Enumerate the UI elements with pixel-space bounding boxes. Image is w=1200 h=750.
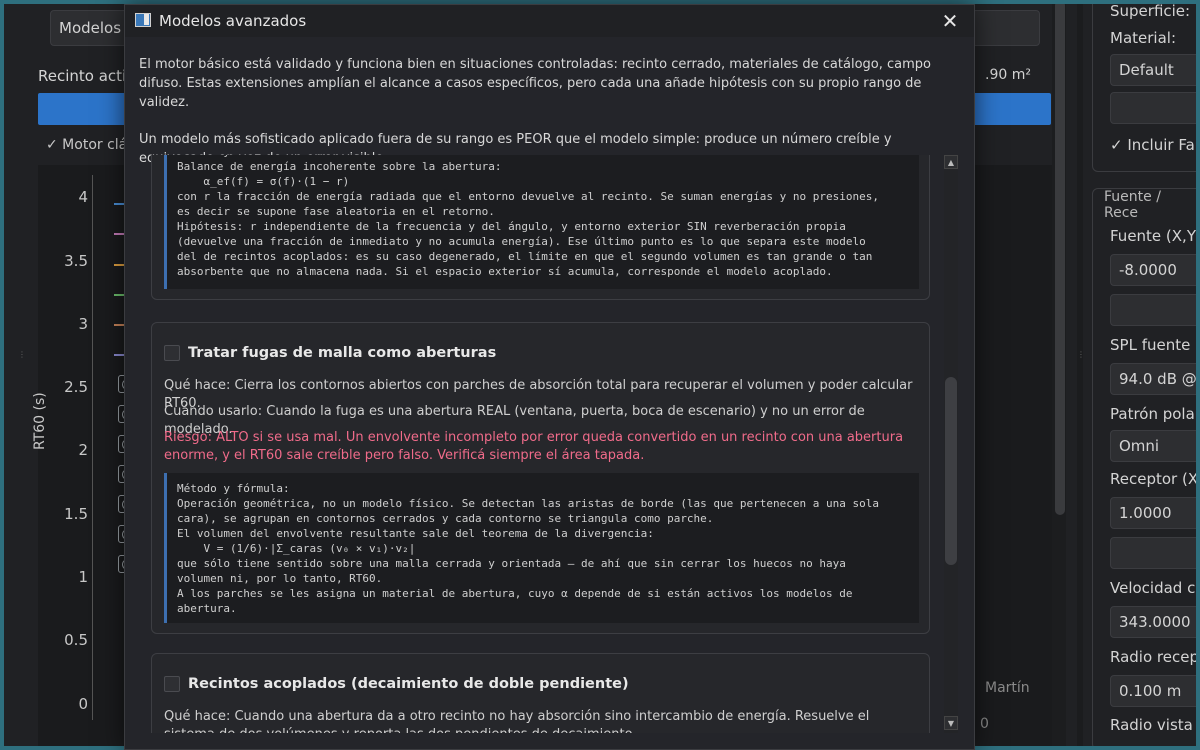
y-tick: 1 [78, 568, 88, 586]
polar-pattern-select[interactable]: Omni [1110, 430, 1200, 462]
splitter-handle[interactable]: ⋮ [1077, 350, 1085, 359]
material-label: Material: [1110, 29, 1176, 47]
x-tick: 0 [980, 716, 989, 732]
material-select[interactable]: Default [1110, 54, 1200, 86]
receiver-x-input[interactable]: 1.0000 [1110, 497, 1200, 529]
source-position-label: Fuente (X,Y,Z [1110, 227, 1200, 245]
surface-label: Superficie: 7| [1110, 2, 1200, 20]
enable-checkbox[interactable] [164, 676, 180, 692]
model-card-aperture: Método y fórmula: Balance de energía inc… [151, 155, 930, 300]
risk-warning: Riesgo: ALTO si se usa mal. Un envolvent… [164, 430, 904, 463]
receiver-radius-label: Radio recept [1110, 648, 1200, 666]
y-tick: 2.5 [64, 378, 88, 396]
source-x-input[interactable]: -8.0000 [1110, 254, 1200, 286]
spl-label: SPL fuente @ [1110, 336, 1200, 354]
area-value: .90 m² [985, 67, 1031, 83]
y-axis-label: RT60 (s) [32, 392, 48, 450]
pane-splitter[interactable] [1077, 0, 1083, 750]
dialog-title: Modelos avanzados [159, 12, 307, 30]
enable-checkbox[interactable] [164, 345, 180, 361]
group-title: Fuente / Rece [1102, 189, 1200, 221]
chart-annotation: Martín [985, 680, 1030, 696]
method-formula: Método y fórmula: Balance de energía inc… [164, 155, 919, 289]
y-tick: 0 [78, 695, 88, 713]
include-checkbox[interactable]: ✓ Incluir Fa [1110, 136, 1195, 154]
material-button[interactable] [1110, 92, 1200, 124]
y-tick: 2 [78, 441, 88, 459]
y-tick: 3.5 [64, 252, 88, 270]
y-tick: 1.5 [64, 505, 88, 523]
scroll-up-icon[interactable]: ▲ [944, 155, 958, 169]
card-header[interactable]: Tratar fugas de malla como aberturas [164, 345, 496, 361]
y-tick: 3 [78, 315, 88, 333]
what-it-does: Qué hace: Cuando una abertura da a otro … [164, 709, 870, 733]
method-formula: Método y fórmula: Operación geométrica, … [164, 473, 919, 623]
dialog-scrollbar-thumb[interactable] [945, 377, 957, 565]
y-axis [92, 175, 93, 720]
source-button[interactable] [1110, 294, 1200, 326]
card-header[interactable]: Recintos acoplados (decaimiento de doble… [164, 676, 629, 692]
polar-pattern-label: Patrón polar [1110, 405, 1200, 423]
card-title: Tratar fugas de malla como aberturas [188, 345, 497, 361]
models-list: Método y fórmula: Balance de energía inc… [139, 155, 952, 733]
view-radius-label: Radio vista lo [1110, 716, 1200, 734]
left-splitter-handle[interactable]: ⋮ [18, 350, 26, 359]
y-tick: 0.5 [64, 631, 88, 649]
model-card-coupled-rooms: Recintos acoplados (decaimiento de doble… [151, 653, 930, 733]
window-icon [135, 13, 151, 27]
scroll-down-icon[interactable]: ▼ [944, 716, 958, 730]
card-title: Recintos acoplados (decaimiento de doble… [188, 676, 629, 692]
spl-input[interactable]: 94.0 dB @1 [1110, 363, 1200, 395]
receiver-button[interactable] [1110, 537, 1200, 569]
dialog-titlebar[interactable]: Modelos avanzados ✕ [125, 5, 974, 37]
speed-label: Velocidad c [1110, 579, 1196, 597]
intro-paragraph: El motor básico está validado y funciona… [139, 57, 931, 110]
receiver-position-label: Receptor (X,Y [1110, 470, 1200, 488]
right-pane: Superficie: 7| Material: Default ✓ Inclu… [1092, 0, 1200, 750]
main-scrollbar-thumb[interactable] [1055, 0, 1065, 515]
speed-input[interactable]: 343.0000 m [1110, 606, 1200, 638]
close-icon[interactable]: ✕ [938, 9, 962, 33]
advanced-models-dialog: Modelos avanzados ✕ El motor básico está… [124, 4, 975, 750]
model-card-mesh-leaks: Tratar fugas de malla como aberturas Qué… [151, 322, 930, 634]
receiver-radius-input[interactable]: 0.100 m [1110, 675, 1200, 707]
y-tick: 4 [78, 188, 88, 206]
